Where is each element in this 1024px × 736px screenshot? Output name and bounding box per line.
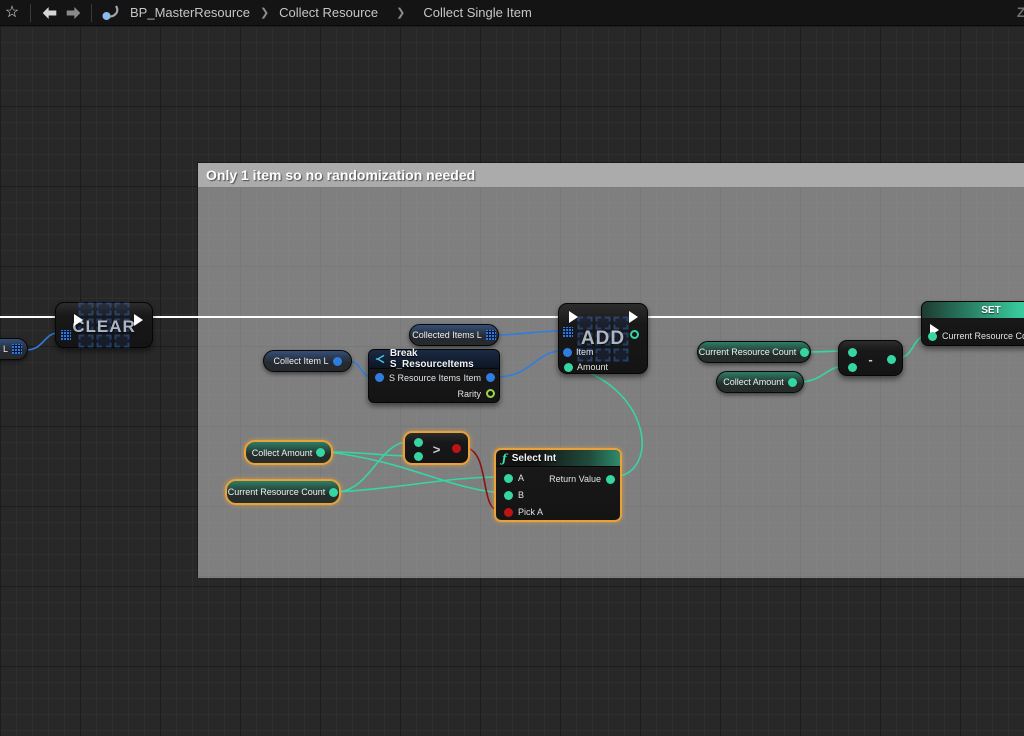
pin-label: Rarity — [457, 389, 481, 399]
breadcrumb-bar: ☆ BP_MasterResource ❯ Collect Resource ❯… — [0, 0, 1024, 26]
pill-label: Collected Items L — [412, 330, 482, 340]
array-pin-icon[interactable] — [486, 330, 496, 340]
pill-label: Current Resource Count — [228, 487, 326, 497]
function-graph-icon — [98, 1, 122, 25]
pin-label: Pick A — [518, 507, 543, 517]
item-out-pin[interactable] — [486, 373, 495, 382]
select-a-pin[interactable] — [504, 474, 513, 483]
array-pin-icon[interactable] — [12, 344, 22, 354]
breadcrumb-root[interactable]: BP_MasterResource — [130, 5, 250, 20]
subtract-out-pin[interactable] — [887, 355, 896, 364]
chevron-right-icon: ❯ — [396, 6, 405, 19]
variable-pill-collect-item[interactable]: Collect Item L — [263, 350, 352, 372]
zoom-indicator: Zo — [1017, 4, 1024, 20]
node-title: SET — [981, 305, 1000, 316]
breadcrumb-collect-single-item[interactable]: Collect Single Item — [423, 5, 531, 20]
int-pin[interactable] — [329, 488, 338, 497]
breadcrumb-collect-resource[interactable]: Collect Resource — [279, 5, 378, 20]
forward-arrow-icon — [65, 6, 82, 20]
int-pin[interactable] — [800, 348, 809, 357]
function-icon: ƒ — [502, 452, 507, 465]
item-in-pin[interactable] — [563, 348, 572, 357]
exec-in-pin[interactable] — [74, 314, 83, 326]
index-out-pin[interactable] — [630, 330, 639, 339]
pin-label: S Resource Items — [389, 373, 461, 383]
greater-out-pin[interactable] — [452, 444, 461, 453]
pill-label: Collect Item L — [273, 356, 328, 366]
set-variable-node[interactable]: SET Current Resource Count — [921, 301, 1024, 346]
pin-label: Current Resource Count — [942, 331, 1024, 341]
divider — [91, 4, 92, 22]
node-header: Break S_ResourceItems — [369, 350, 499, 369]
target-array-pin[interactable] — [61, 330, 71, 340]
pin-label: Item — [463, 373, 481, 383]
chevron-right-icon: ❯ — [260, 6, 269, 19]
pin-label: Amount — [577, 362, 608, 372]
pill-label: Collect Amount — [252, 448, 313, 458]
int-pin[interactable] — [316, 448, 325, 457]
node-header: ƒ Select Int — [496, 450, 620, 467]
divider — [30, 4, 31, 22]
exec-in-pin[interactable] — [569, 311, 578, 323]
pin-label: B — [518, 490, 524, 500]
exec-out-pin[interactable] — [134, 314, 143, 326]
back-button[interactable] — [37, 1, 61, 25]
back-arrow-icon — [41, 6, 58, 20]
pin-label: Return Value — [549, 474, 601, 484]
pill-label: Collect Amount — [723, 377, 784, 387]
pill-label: ms L — [0, 344, 8, 354]
comment-header[interactable]: Only 1 item so no randomization needed — [198, 163, 1024, 188]
variable-pill-collected-items[interactable]: Collected Items L — [409, 324, 499, 346]
select-int-node[interactable]: ƒ Select Int A B Pick A Return Value — [494, 448, 622, 522]
favorite-star-button[interactable]: ☆ — [0, 1, 24, 25]
subtract-node[interactable]: - — [838, 340, 903, 376]
break-struct-icon — [375, 354, 386, 364]
variable-pill-collect-amount[interactable]: Collect Amount — [716, 371, 804, 393]
forward-button[interactable] — [61, 1, 85, 25]
star-icon: ☆ — [5, 5, 19, 21]
add-array-node[interactable]: ADD Item Amount — [558, 303, 648, 374]
variable-pill-current-resource-count[interactable]: Current Resource Count — [697, 341, 811, 363]
exec-out-pin[interactable] — [629, 311, 638, 323]
comment-title: Only 1 item so no randomization needed — [206, 167, 475, 183]
int-pin[interactable] — [788, 378, 797, 387]
node-header: SET — [922, 302, 1024, 318]
select-b-pin[interactable] — [504, 491, 513, 500]
object-pin[interactable] — [333, 357, 342, 366]
pin-label: Item — [576, 347, 594, 357]
variable-pill-cut[interactable]: ms L — [0, 338, 28, 360]
return-value-pin[interactable] — [606, 475, 615, 484]
node-title: Select Int — [512, 453, 556, 464]
target-array-pin[interactable] — [563, 327, 573, 337]
clear-array-node[interactable]: CLEAR — [55, 302, 153, 348]
pill-label: Current Resource Count — [699, 347, 797, 357]
pin-label: A — [518, 473, 524, 483]
variable-pill-current-resource-count-selected[interactable]: Current Resource Count — [225, 479, 341, 505]
break-struct-node[interactable]: Break S_ResourceItems S Resource Items I… — [368, 349, 500, 403]
greater-node[interactable]: > — [403, 431, 470, 465]
struct-in-pin[interactable] — [375, 373, 384, 382]
value-in-pin[interactable] — [928, 332, 937, 341]
rarity-out-pin[interactable] — [486, 389, 495, 398]
variable-pill-collect-amount-selected[interactable]: Collect Amount — [244, 440, 333, 465]
amount-in-pin[interactable] — [564, 363, 573, 372]
node-title: Break S_ResourceItems — [390, 348, 493, 370]
pick-a-pin[interactable] — [504, 508, 513, 517]
